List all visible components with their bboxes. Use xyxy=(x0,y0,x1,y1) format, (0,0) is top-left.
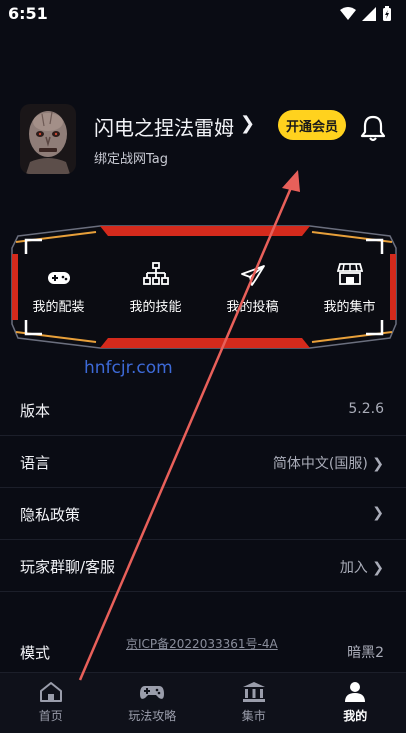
tab-label: 首页 xyxy=(39,707,63,724)
setting-value: 简体中文(国服) ❯ xyxy=(273,453,384,473)
setting-label: 版本 xyxy=(20,400,50,421)
setting-row-language[interactable]: 语言 简体中文(国服) ❯ xyxy=(0,436,406,488)
tab-guides[interactable]: 玩法攻略 xyxy=(102,673,204,733)
username[interactable]: 闪电之捏法雷姆 xyxy=(94,112,234,141)
bind-battlenet-tag-link[interactable]: 绑定战网Tag xyxy=(94,148,168,167)
my-loadouts-button[interactable]: 我的配装 xyxy=(10,224,107,350)
setting-label: 隐私政策 xyxy=(20,504,80,525)
setting-row-privacy-policy[interactable]: 隐私政策 ❯ xyxy=(0,488,406,540)
open-membership-button[interactable]: 开通会员 xyxy=(278,110,346,140)
setting-label: 语言 xyxy=(20,452,50,473)
my-skills-label: 我的技能 xyxy=(129,296,181,315)
setting-row-mode[interactable]: 模式 京ICP备2022033361号-4A 暗黑2 xyxy=(0,630,406,670)
chevron-right-icon[interactable]: ❯ xyxy=(240,113,255,134)
avatar[interactable] xyxy=(20,104,76,174)
tab-mine[interactable]: 我的 xyxy=(305,673,406,733)
gamepad-icon xyxy=(47,260,71,286)
home-icon xyxy=(39,681,63,703)
mode-label: 模式 xyxy=(20,642,50,663)
setting-label: 玩家群聊/客服 xyxy=(20,556,115,577)
chevron-right-icon: ❯ xyxy=(372,505,384,521)
battery-icon xyxy=(382,6,392,22)
my-market-label: 我的集市 xyxy=(323,296,375,315)
my-market-button[interactable]: 我的集市 xyxy=(301,224,398,350)
paper-plane-icon xyxy=(240,260,266,286)
watermark-text: hnfcjr.com xyxy=(84,358,173,378)
tab-label: 我的 xyxy=(343,707,367,724)
status-time: 6:51 xyxy=(8,4,48,23)
tab-market[interactable]: 集市 xyxy=(203,673,305,733)
bottom-tab-bar: 首页 玩法攻略 集市 我的 xyxy=(0,672,406,733)
settings-list: 版本 5.2.6 语言 简体中文(国服) ❯ 隐私政策 ❯ 玩家群聊/客服 加入… xyxy=(0,384,406,592)
signal-icon xyxy=(362,7,376,21)
icp-license-link[interactable]: 京ICP备2022033361号-4A xyxy=(126,635,278,652)
quick-actions-panel: 我的配装 我的技能 我的投稿 我的集市 xyxy=(10,224,398,350)
setting-value: 加入 ❯ xyxy=(340,557,384,577)
mode-value: 暗黑2 xyxy=(347,642,384,662)
tab-label: 玩法攻略 xyxy=(128,707,176,724)
tab-label: 集市 xyxy=(242,707,266,724)
bell-icon[interactable] xyxy=(360,114,386,142)
status-icons xyxy=(340,6,392,22)
gamepad-icon xyxy=(139,681,165,703)
my-submissions-button[interactable]: 我的投稿 xyxy=(204,224,301,350)
setting-value: 5.2.6 xyxy=(348,401,384,417)
market-icon xyxy=(337,260,363,286)
tab-home[interactable]: 首页 xyxy=(0,673,102,733)
person-icon xyxy=(344,681,366,703)
my-submissions-label: 我的投稿 xyxy=(226,296,278,315)
my-loadouts-label: 我的配装 xyxy=(32,296,84,315)
status-bar: 6:51 xyxy=(0,0,406,28)
setting-row-version: 版本 5.2.6 xyxy=(0,384,406,436)
wifi-icon xyxy=(340,7,356,21)
my-skills-button[interactable]: 我的技能 xyxy=(107,224,204,350)
skill-tree-icon xyxy=(143,260,169,286)
setting-row-player-group[interactable]: 玩家群聊/客服 加入 ❯ xyxy=(0,540,406,592)
bank-icon xyxy=(242,681,266,703)
profile-header: 闪电之捏法雷姆 ❯ 绑定战网Tag 开通会员 xyxy=(0,100,406,180)
